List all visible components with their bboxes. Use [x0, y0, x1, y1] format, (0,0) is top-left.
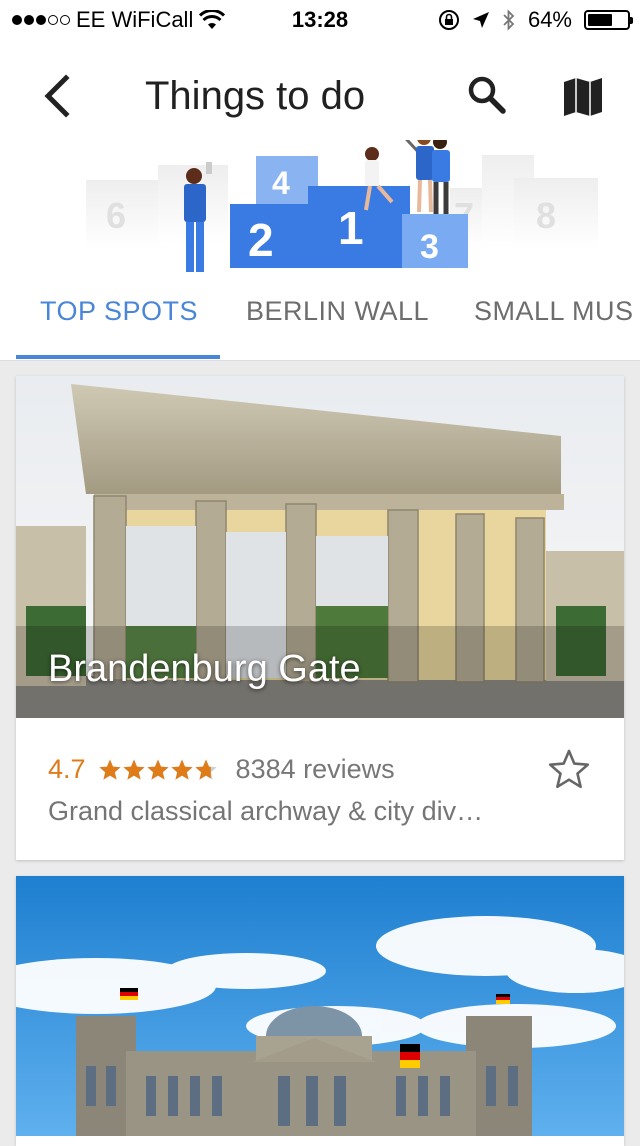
place-card[interactable]	[16, 876, 624, 1146]
place-card[interactable]: Brandenburg Gate 4.7 8384 reviews Grand …	[16, 376, 624, 860]
star-rating	[98, 758, 218, 782]
rating-star-icon	[194, 759, 217, 780]
podium-label-6: 6	[106, 195, 126, 236]
back-arrow-icon[interactable]	[36, 70, 80, 122]
place-name: Brandenburg Gate	[48, 648, 361, 690]
podium-label-3: 3	[420, 228, 439, 266]
rating-value: 4.7	[48, 754, 86, 784]
save-star-icon[interactable]	[548, 748, 590, 790]
battery-fill	[588, 14, 612, 26]
category-tabs: TOP SPOTS BERLIN WALL SMALL MUS	[0, 280, 640, 361]
page-title: Things to do	[145, 74, 366, 118]
podium-label-8: 8	[536, 195, 556, 236]
podium-illustration: 6 7 8 4 2 1 3	[86, 140, 598, 272]
rating-row: 4.7 8384 reviews	[48, 754, 395, 785]
rating-star-icon	[146, 759, 169, 780]
reichstag-photo	[16, 876, 624, 1136]
location-arrow-icon	[472, 12, 489, 28]
podium-label-2: 2	[248, 214, 274, 266]
app-header: Things to do 6 7 8 4 2 1 3	[0, 40, 640, 361]
battery-percent: 64%	[527, 7, 572, 32]
tab-top-spots[interactable]: TOP SPOTS	[40, 296, 198, 327]
tab-berlin-wall[interactable]: BERLIN WALL	[246, 296, 429, 327]
review-count: 8384 reviews	[235, 754, 395, 784]
search-icon[interactable]	[466, 74, 508, 116]
orientation-lock-icon	[438, 10, 459, 30]
rating-star-icon	[122, 759, 145, 780]
tab-small-museums[interactable]: SMALL MUS	[474, 296, 634, 327]
rating-star-icon	[170, 759, 193, 780]
podium-label-1: 1	[338, 202, 364, 254]
status-right: 64%	[438, 7, 633, 33]
status-bar: EE WiFiCall 13:28 64%	[0, 0, 640, 40]
map-icon[interactable]	[562, 76, 604, 118]
bluetooth-icon	[503, 9, 515, 31]
rating-star-icon	[98, 759, 121, 780]
podium-label-4: 4	[272, 165, 290, 201]
place-description: Grand classical archway & city div…	[48, 796, 484, 826]
battery-icon	[584, 10, 633, 30]
active-tab-indicator	[16, 355, 220, 359]
